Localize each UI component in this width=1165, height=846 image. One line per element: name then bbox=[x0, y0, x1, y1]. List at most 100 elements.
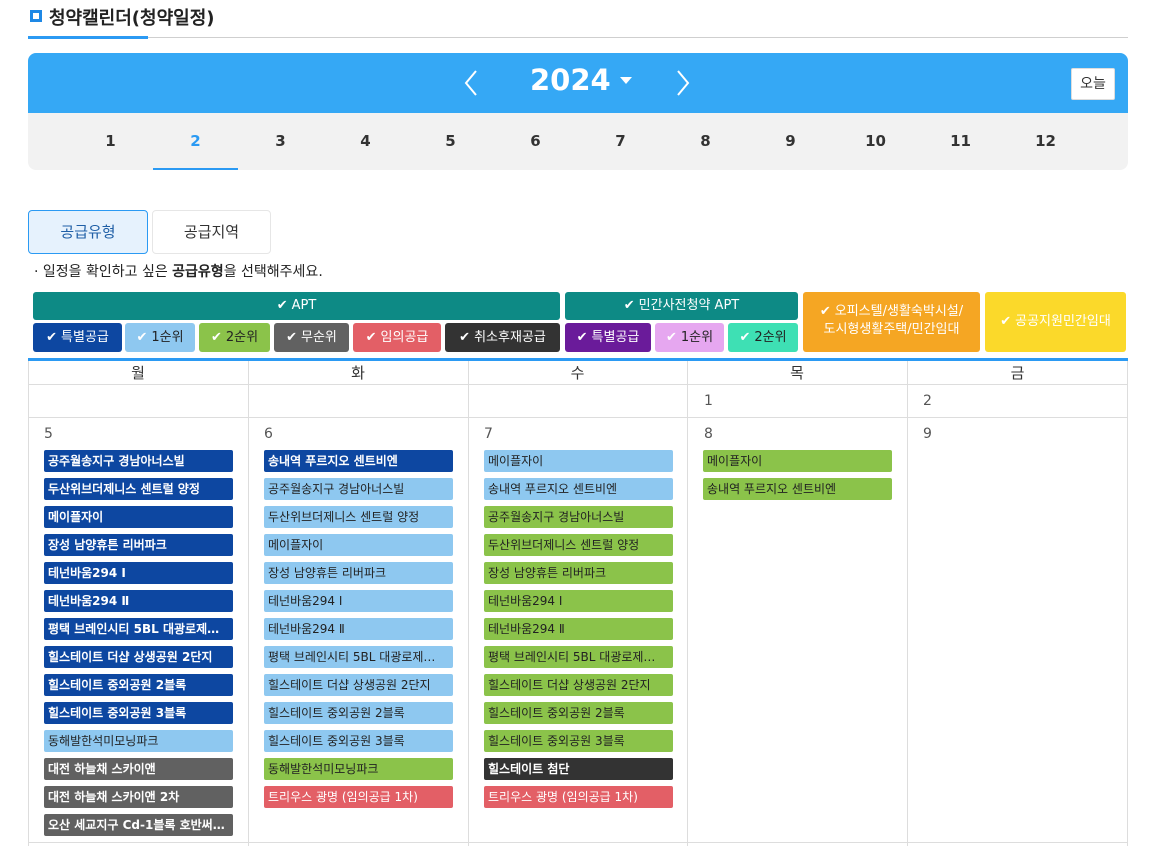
calendar-event[interactable]: 두산위브더제니스 센트럴 양정 bbox=[264, 506, 453, 528]
legend-private-first[interactable]: ✔ 1순위 bbox=[655, 323, 724, 352]
calendar-event[interactable]: 장성 남양휴튼 리버파크 bbox=[44, 534, 233, 556]
year-label[interactable]: 2024 bbox=[530, 63, 611, 97]
calendar-event[interactable]: 트리우스 광명 (임의공급 1차) bbox=[484, 786, 673, 808]
year-dropdown-caret-icon[interactable] bbox=[620, 77, 632, 84]
grid-line bbox=[907, 361, 908, 846]
month-tab-1[interactable]: 1 bbox=[68, 113, 153, 170]
calendar-event[interactable]: 메이플자이 bbox=[264, 534, 453, 556]
year-navigation: 2024 오늘 bbox=[28, 53, 1128, 113]
day-number: 1 bbox=[704, 393, 713, 409]
today-button[interactable]: 오늘 bbox=[1071, 68, 1115, 100]
calendar-event[interactable]: 테넌바움294 Ⅱ bbox=[44, 590, 233, 612]
calendar-event[interactable]: 공주월송지구 경남아너스빌 bbox=[264, 478, 453, 500]
legend-private-second[interactable]: ✔ 2순위 bbox=[728, 323, 798, 352]
grid-line bbox=[687, 361, 688, 846]
legend-apt-random[interactable]: ✔ 임의공급 bbox=[353, 323, 441, 352]
page-title: 청약캘린더(청약일정) bbox=[49, 8, 215, 29]
calendar-event[interactable]: 트리우스 광명 (임의공급 1차) bbox=[264, 786, 453, 808]
month-tab-7[interactable]: 7 bbox=[578, 113, 663, 170]
day-number: 6 bbox=[264, 426, 273, 442]
day-number: 5 bbox=[44, 426, 53, 442]
calendar-event[interactable]: 힐스테이트 중외공원 2블록 bbox=[264, 702, 453, 724]
day-number: 9 bbox=[923, 426, 932, 442]
calendar-event[interactable]: 송내역 푸르지오 센트비엔 bbox=[703, 478, 892, 500]
calendar-event[interactable]: 힐스테이트 중외공원 2블록 bbox=[484, 702, 673, 724]
legend-officetel[interactable]: ✔ 오피스텔/생활숙박시설/도시형생활주택/민간임대 bbox=[803, 292, 980, 352]
weekday-header: 월 화 수 목 금 bbox=[28, 361, 1128, 385]
calendar-event[interactable]: 힐스테이트 중외공원 2블록 bbox=[44, 674, 233, 696]
calendar-event[interactable]: 테넌바움294 Ⅰ bbox=[44, 562, 233, 584]
calendar-event[interactable]: 두산위브더제니스 센트럴 양정 bbox=[484, 534, 673, 556]
next-year-icon[interactable] bbox=[671, 69, 693, 97]
calendar-event[interactable]: 힐스테이트 더샵 상생공원 2단지 bbox=[264, 674, 453, 696]
calendar-event[interactable]: 메이플자이 bbox=[484, 450, 673, 472]
legend-apt-cancel-resupply[interactable]: ✔ 취소후재공급 bbox=[445, 323, 560, 352]
grid-line bbox=[28, 361, 29, 846]
weekday-tue: 화 bbox=[351, 364, 365, 382]
square-bullet-icon bbox=[30, 10, 42, 22]
month-tab-4[interactable]: 4 bbox=[323, 113, 408, 170]
legend-private-pre-apt[interactable]: ✔ 민간사전청약 APT bbox=[565, 292, 798, 320]
weekday-wed: 수 bbox=[570, 364, 585, 382]
month-tab-11[interactable]: 11 bbox=[918, 113, 1003, 170]
month-tab-10[interactable]: 10 bbox=[833, 113, 918, 170]
month-tabs: 1 2 3 4 5 6 7 8 9 10 11 12 bbox=[28, 113, 1128, 170]
calendar-event[interactable]: 메이플자이 bbox=[44, 506, 233, 528]
month-tab-3[interactable]: 3 bbox=[238, 113, 323, 170]
day-number: 8 bbox=[704, 426, 713, 442]
calendar-event[interactable]: 공주월송지구 경남아너스빌 bbox=[44, 450, 233, 472]
page-header: 청약캘린더(청약일정) bbox=[28, 0, 1128, 39]
day-number: 7 bbox=[484, 426, 493, 442]
calendar-event[interactable]: 힐스테이트 첨단 bbox=[484, 758, 673, 780]
calendar-event[interactable]: 송내역 푸르지오 센트비엔 bbox=[484, 478, 673, 500]
calendar-event[interactable]: 힐스테이트 중외공원 3블록 bbox=[264, 730, 453, 752]
grid-line bbox=[248, 361, 249, 846]
calendar-event[interactable]: 테넌바움294 Ⅱ bbox=[484, 618, 673, 640]
calendar-event[interactable]: 두산위브더제니스 센트럴 양정 bbox=[44, 478, 233, 500]
calendar-event[interactable]: 대전 하늘채 스카이앤 2차 bbox=[44, 786, 233, 808]
month-tab-9[interactable]: 9 bbox=[748, 113, 833, 170]
month-tab-2[interactable]: 2 bbox=[153, 113, 238, 170]
tab-supply-region[interactable]: 공급지역 bbox=[152, 210, 271, 254]
calendar-event[interactable]: 힐스테이트 중외공원 3블록 bbox=[44, 702, 233, 724]
legend-apt-no-rank[interactable]: ✔ 무순위 bbox=[274, 323, 349, 352]
grid-line bbox=[468, 361, 469, 846]
calendar-event[interactable]: 오산 세교지구 Cd-1블록 호반써… bbox=[44, 814, 233, 836]
calendar-event[interactable]: 힐스테이트 중외공원 3블록 bbox=[484, 730, 673, 752]
weekday-mon: 월 bbox=[131, 364, 145, 382]
calendar-event[interactable]: 장성 남양휴튼 리버파크 bbox=[484, 562, 673, 584]
calendar-event[interactable]: 장성 남양휴튼 리버파크 bbox=[264, 562, 453, 584]
month-tab-12[interactable]: 12 bbox=[1003, 113, 1088, 170]
day-number: 2 bbox=[923, 393, 932, 409]
legend-apt-second[interactable]: ✔ 2순위 bbox=[199, 323, 270, 352]
calendar-event[interactable]: 공주월송지구 경남아너스빌 bbox=[484, 506, 673, 528]
legend-apt[interactable]: ✔ APT bbox=[33, 292, 560, 320]
legend-private-special[interactable]: ✔ 특별공급 bbox=[565, 323, 651, 352]
calendar-event[interactable]: 동해발한석미모닝파크 bbox=[264, 758, 453, 780]
calendar-event[interactable]: 테넌바움294 Ⅱ bbox=[264, 618, 453, 640]
month-tab-8[interactable]: 8 bbox=[663, 113, 748, 170]
calendar-event[interactable]: 테넌바움294 Ⅰ bbox=[484, 590, 673, 612]
calendar-event[interactable]: 대전 하늘채 스카이앤 bbox=[44, 758, 233, 780]
calendar-event[interactable]: 평택 브레인시티 5BL 대광로제… bbox=[44, 618, 233, 640]
month-tab-5[interactable]: 5 bbox=[408, 113, 493, 170]
title-underline bbox=[28, 36, 148, 39]
grid-line bbox=[28, 842, 1128, 843]
legend-apt-first[interactable]: ✔ 1순위 bbox=[125, 323, 195, 352]
calendar-event[interactable]: 송내역 푸르지오 센트비엔 bbox=[264, 450, 453, 472]
legend-public-rent[interactable]: ✔ 공공지원민간임대 bbox=[985, 292, 1126, 352]
weekday-fri: 금 bbox=[1010, 364, 1025, 382]
calendar-event[interactable]: 평택 브레인시티 5BL 대광로제… bbox=[484, 646, 673, 668]
prev-year-icon[interactable] bbox=[461, 69, 483, 97]
tab-supply-type[interactable]: 공급유형 bbox=[28, 210, 148, 254]
legend-apt-special[interactable]: ✔ 특별공급 bbox=[33, 323, 122, 352]
calendar-event[interactable]: 테넌바움294 Ⅰ bbox=[264, 590, 453, 612]
weekday-thu: 목 bbox=[790, 364, 804, 382]
calendar-event[interactable]: 메이플자이 bbox=[703, 450, 892, 472]
calendar-event[interactable]: 동해발한석미모닝파크 bbox=[44, 730, 233, 752]
month-tab-6[interactable]: 6 bbox=[493, 113, 578, 170]
calendar-event[interactable]: 힐스테이트 더샵 상생공원 2단지 bbox=[484, 674, 673, 696]
calendar-event[interactable]: 힐스테이트 더샵 상생공원 2단지 bbox=[44, 646, 233, 668]
calendar-event[interactable]: 평택 브레인시티 5BL 대광로제… bbox=[264, 646, 453, 668]
grid-line bbox=[28, 417, 1128, 418]
